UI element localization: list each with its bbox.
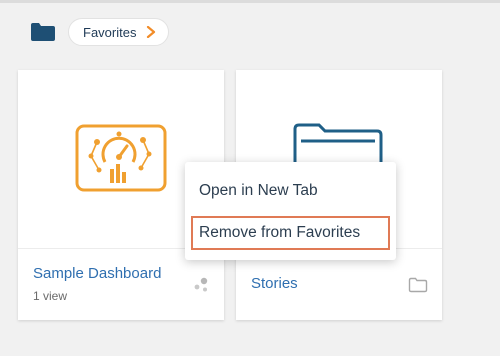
breadcrumb-favorites[interactable]: Favorites: [68, 18, 170, 46]
context-menu: Open in New Tab Remove from Favorites: [185, 162, 396, 260]
breadcrumb: Favorites: [30, 18, 170, 46]
dashboard-icon: [75, 124, 167, 192]
open-in-new-tab-menu-item[interactable]: Open in New Tab: [191, 174, 390, 208]
dashboard-title[interactable]: Sample Dashboard: [33, 265, 161, 282]
stories-title[interactable]: Stories: [251, 275, 298, 292]
remove-from-favorites-menu-item[interactable]: Remove from Favorites: [191, 216, 390, 250]
top-divider: [0, 0, 500, 3]
folder-icon[interactable]: [30, 22, 56, 42]
chevron-right-icon: [147, 26, 156, 38]
breadcrumb-label: Favorites: [83, 24, 137, 40]
folder-outline-icon[interactable]: [408, 277, 428, 293]
view-count: 1 view: [33, 289, 68, 303]
share-icon[interactable]: [192, 277, 210, 293]
